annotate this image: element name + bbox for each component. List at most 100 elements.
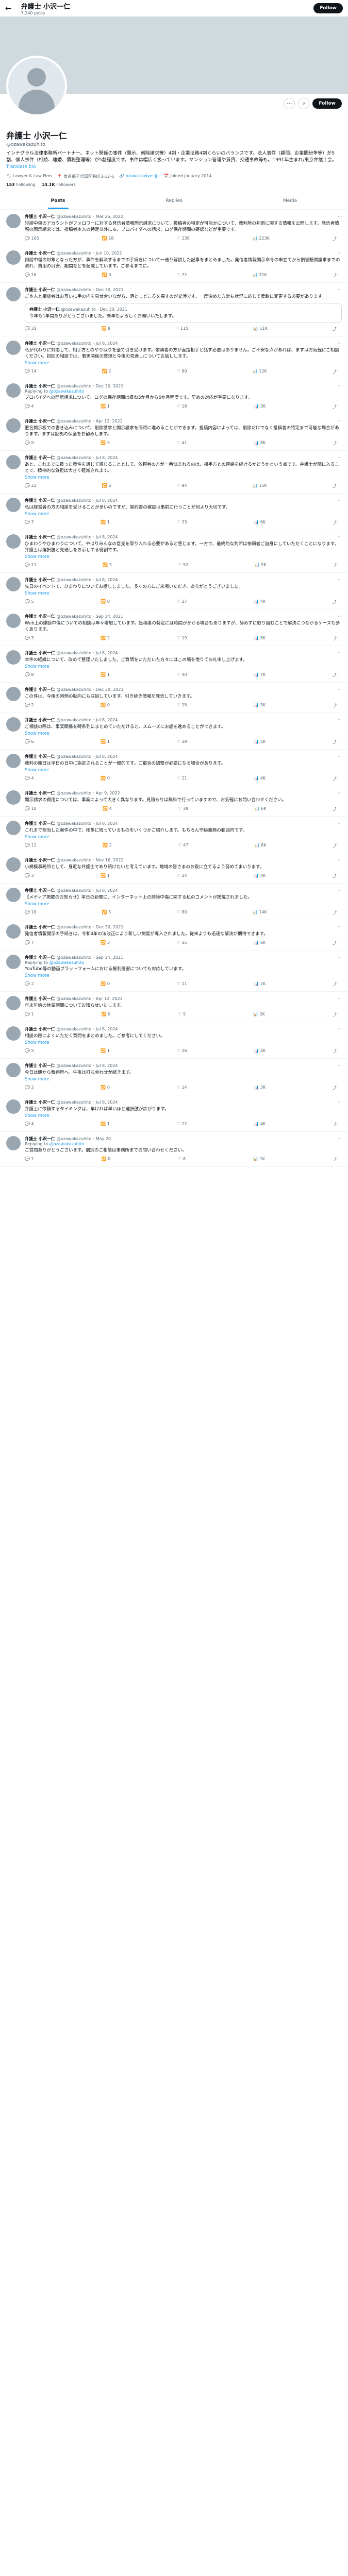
tweet-more-icon[interactable]: ···: [338, 925, 342, 929]
share-button[interactable]: ⤴: [333, 703, 337, 708]
tweet-more-icon[interactable]: ···: [338, 251, 342, 256]
share-button[interactable]: ⤴: [333, 672, 337, 678]
tweet[interactable]: 弁護士 小沢一仁 @ozawakazuhito · Apr 12, 2022 ··· 年末…: [0, 992, 348, 1022]
tweet-more-icon[interactable]: ···: [338, 535, 342, 539]
like-button[interactable]: ♡ 35: [177, 940, 187, 946]
tweet-author-name[interactable]: 弁護士 小沢一仁: [25, 1099, 55, 1105]
tweet-date[interactable]: Jul 8, 2024: [96, 498, 118, 503]
tweet-author-name[interactable]: 弁護士 小沢一仁: [25, 821, 55, 826]
tweet-more-icon[interactable]: ···: [338, 1100, 342, 1105]
like-button[interactable]: ♡ 14: [177, 1085, 187, 1091]
tweet-more-icon[interactable]: ···: [338, 455, 342, 460]
like-button[interactable]: ♡ 47: [178, 843, 188, 849]
reply-button[interactable]: 💬 4: [25, 404, 34, 410]
retweet-button[interactable]: 🔁 0: [101, 776, 110, 782]
tweet[interactable]: 弁護士 小沢一仁 @ozawakazuhito · Jul 8, 2024 ··· 今日は…: [0, 1059, 348, 1095]
like-button[interactable]: ♡ 29: [177, 739, 187, 745]
views-button[interactable]: 📊 9K: [255, 563, 267, 568]
views-button[interactable]: 📊 5K: [254, 739, 266, 745]
tweet-avatar[interactable]: [6, 1136, 21, 1150]
tweet-date[interactable]: Jul 8, 2024: [96, 1063, 118, 1068]
like-button[interactable]: ♡ 19: [177, 636, 187, 641]
tweet-avatar[interactable]: [6, 1099, 21, 1114]
tweet-date[interactable]: Sep 14, 2021: [96, 614, 123, 619]
retweet-button[interactable]: 🔁 3: [103, 563, 112, 568]
tweet-date[interactable]: Jul 8, 2024: [96, 651, 118, 655]
retweet-button[interactable]: 🔁 1: [101, 520, 110, 526]
tweet-more-icon[interactable]: ···: [338, 384, 342, 388]
reply-button[interactable]: 💬 3: [25, 873, 34, 879]
tweet[interactable]: 弁護士 小沢一仁 @ozawakazuhito · Dec 30, 2021 ··· Re…: [0, 379, 348, 414]
tweet-date[interactable]: Dec 30, 2021: [96, 925, 124, 929]
like-button[interactable]: ♡ 18: [177, 404, 187, 410]
reply-button[interactable]: 💬 1: [25, 1012, 34, 1018]
views-button[interactable]: 📊 3K: [254, 703, 266, 708]
tweet-avatar[interactable]: [6, 1063, 21, 1077]
show-more-link[interactable]: Show more: [25, 591, 342, 596]
views-button[interactable]: 📊 4K: [254, 873, 266, 879]
tweet-more-icon[interactable]: ···: [338, 687, 342, 692]
share-button[interactable]: ⤴: [333, 236, 337, 242]
tweet-author-name[interactable]: 弁護士 小沢一仁: [25, 650, 55, 656]
tweet-more-icon[interactable]: ···: [338, 287, 342, 292]
tweet-avatar[interactable]: [6, 455, 21, 469]
share-button[interactable]: ⤴: [333, 1157, 337, 1162]
tab-media[interactable]: Media: [232, 192, 348, 209]
show-more-link[interactable]: Show more: [25, 361, 342, 366]
tweet-date[interactable]: Dec 30, 2021: [96, 287, 124, 292]
views-button[interactable]: 📊 6K: [254, 940, 266, 946]
following-count[interactable]: 153 Following: [6, 182, 36, 187]
like-button[interactable]: ♡ 26: [177, 1048, 187, 1054]
tweet[interactable]: 弁護士 小沢一仁 @ozawakazuhito · Jul 8, 2024 ··· 裁判の…: [0, 750, 348, 786]
reply-button[interactable]: 💬 1: [25, 1157, 34, 1162]
tweet[interactable]: 弁護士 小沢一仁 @ozawakazuhito · Dec 30, 2021 ··· ご本…: [0, 283, 348, 336]
tweet-more-icon[interactable]: ···: [338, 754, 342, 759]
tweet-avatar[interactable]: [6, 857, 21, 872]
tweet-avatar[interactable]: [6, 955, 21, 969]
tweet-more-icon[interactable]: ···: [338, 498, 342, 503]
tweet[interactable]: 弁護士 小沢一仁 @ozawakazuhito · Jul 8, 2024 ··· あと、…: [0, 451, 348, 494]
retweet-button[interactable]: 🔁 1: [101, 672, 110, 678]
tweet[interactable]: 弁護士 小沢一仁 @ozawakazuhito · Dec 30, 2021 ··· 発信…: [0, 920, 348, 951]
tweet-date[interactable]: Sep 14, 2021: [96, 955, 123, 960]
tweet[interactable]: 弁護士 小沢一仁 @ozawakazuhito · Jul 8, 2024 ··· ひまわ…: [0, 530, 348, 573]
like-button[interactable]: ♡ 33: [177, 520, 187, 526]
follow-button[interactable]: Follow: [312, 98, 342, 109]
tweet-author-name[interactable]: 弁護士 小沢一仁: [25, 1136, 55, 1142]
reply-button[interactable]: 💬 9: [25, 440, 34, 446]
tweet-avatar[interactable]: [6, 996, 21, 1010]
share-button[interactable]: ⤴: [333, 940, 337, 946]
views-button[interactable]: 📊 6K: [255, 806, 267, 812]
tweet[interactable]: 弁護士 小沢一仁 @ozawakazuhito · Jul 8, 2024 ··· 私が代…: [0, 336, 348, 379]
like-button[interactable]: ♡ 11: [177, 981, 187, 987]
tweet[interactable]: 弁護士 小沢一仁 @ozawakazuhito · Jul 8, 2024 ··· 本件の…: [0, 646, 348, 683]
retweet-button[interactable]: 🔁 1: [101, 404, 110, 410]
tweet[interactable]: 弁護士 小沢一仁 @ozawakazuhito · Nov 16, 2022 ··· 小規…: [0, 853, 348, 884]
tweet-author-name[interactable]: 弁護士 小沢一仁: [25, 214, 55, 219]
tweet-author-name[interactable]: 弁護士 小沢一仁: [25, 924, 55, 930]
more-options-icon[interactable]: ···: [284, 98, 295, 109]
share-button[interactable]: ⤴: [333, 369, 337, 375]
tweet-avatar[interactable]: [6, 687, 21, 701]
views-button[interactable]: 📊 3K: [254, 404, 266, 410]
tweet-author-name[interactable]: 弁護士 小沢一仁: [25, 1026, 55, 1032]
tweet-avatar[interactable]: [6, 214, 21, 228]
tweet-avatar[interactable]: [6, 821, 21, 835]
like-button[interactable]: ♡ 21: [177, 776, 187, 782]
reply-button[interactable]: 💬 12: [25, 843, 37, 849]
tweet-date[interactable]: Jul 8, 2024: [96, 1027, 118, 1031]
tab-replies[interactable]: Replies: [116, 192, 232, 209]
reply-handle[interactable]: @ozawakazuhito: [49, 389, 84, 394]
share-button[interactable]: ⤴: [333, 910, 337, 916]
back-arrow-icon[interactable]: ←: [5, 4, 12, 13]
tweet-author-name[interactable]: 弁護士 小沢一仁: [25, 614, 55, 619]
tweet-more-icon[interactable]: ···: [338, 651, 342, 655]
tweet-date[interactable]: Jul 8, 2024: [96, 888, 118, 893]
tweet-avatar[interactable]: [6, 614, 21, 628]
reply-button[interactable]: 💬 2: [25, 1085, 34, 1091]
tweet[interactable]: 弁護士 小沢一仁 @ozawakazuhito · Mar 26, 2022 ··· 誹謗…: [0, 210, 348, 246]
tweet[interactable]: 弁護士 小沢一仁 @ozawakazuhito · Jul 8, 2024 ··· 私は経…: [0, 494, 348, 530]
retweet-button[interactable]: 🔁 1: [101, 1122, 110, 1127]
views-button[interactable]: 📊 5K: [254, 636, 266, 641]
views-button[interactable]: 📊 4K: [254, 1048, 266, 1054]
